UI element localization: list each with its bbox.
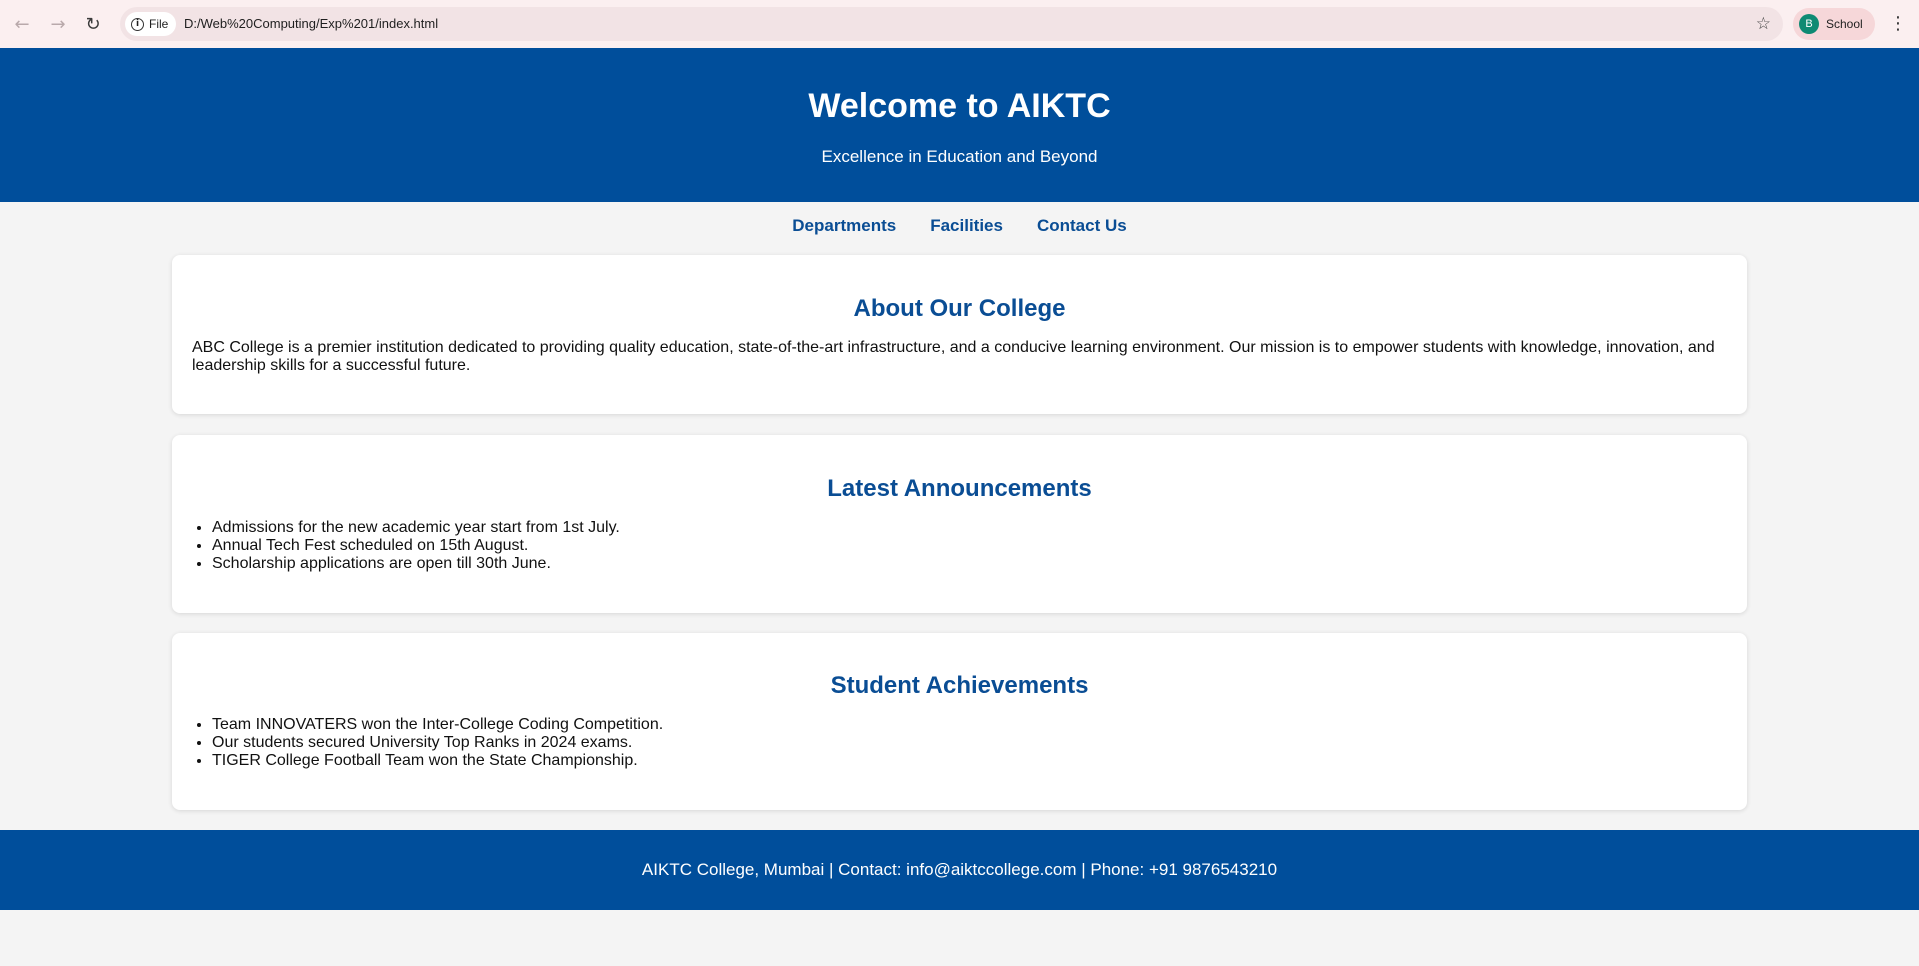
bookmark-star-icon[interactable]: ☆ — [1756, 7, 1771, 41]
reload-icon[interactable]: ↻ — [81, 12, 105, 36]
list-item: Admissions for the new academic year sta… — [212, 519, 1727, 537]
list-item: Our students secured University Top Rank… — [212, 734, 1727, 752]
nav-link-contact-us[interactable]: Contact Us — [1037, 216, 1127, 236]
back-arrow-icon[interactable]: ← — [10, 12, 34, 36]
about-text: ABC College is a premier institution ded… — [192, 339, 1715, 374]
about-section: About Our College ABC College is a premi… — [172, 255, 1747, 414]
achievements-section: Student Achievements Team INNOVATERS won… — [172, 633, 1747, 810]
main-nav: Departments Facilities Contact Us — [0, 202, 1919, 250]
profile-button[interactable]: B School — [1793, 8, 1875, 40]
list-item: TIGER College Football Team won the Stat… — [212, 752, 1727, 770]
url-text[interactable]: D:/Web%20Computing/Exp%201/index.html — [184, 7, 438, 41]
page-title: Welcome to AIKTC — [808, 87, 1111, 125]
forward-arrow-icon[interactable]: → — [46, 12, 70, 36]
more-menu-icon[interactable]: ⋮ — [1888, 12, 1908, 36]
nav-link-departments[interactable]: Departments — [792, 216, 896, 236]
info-icon: i — [131, 17, 144, 31]
achievements-list: Team INNOVATERS won the Inter-College Co… — [192, 716, 1727, 770]
list-item: Annual Tech Fest scheduled on 15th Augus… — [212, 537, 1727, 555]
avatar: B — [1799, 14, 1819, 34]
nav-link-facilities[interactable]: Facilities — [930, 216, 1003, 236]
site-footer: AIKTC College, Mumbai | Contact: info@ai… — [0, 830, 1919, 910]
list-item: Team INNOVATERS won the Inter-College Co… — [212, 716, 1727, 734]
list-item: Scholarship applications are open till 3… — [212, 555, 1727, 573]
profile-label: School — [1826, 17, 1863, 31]
site-chip-label: File — [149, 17, 169, 31]
address-bar[interactable]: i File D:/Web%20Computing/Exp%201/index.… — [120, 7, 1783, 41]
about-heading: About Our College — [853, 295, 1066, 322]
announcements-list: Admissions for the new academic year sta… — [192, 519, 1727, 573]
site-header: Welcome to AIKTC Excellence in Education… — [0, 48, 1919, 202]
announcements-section: Latest Announcements Admissions for the … — [172, 435, 1747, 613]
site-info-chip[interactable]: i File — [125, 12, 177, 36]
footer-text: AIKTC College, Mumbai | Contact: info@ai… — [641, 860, 1278, 879]
announcements-heading: Latest Announcements — [827, 475, 1092, 502]
browser-toolbar: ← → ↻ i File D:/Web%20Computing/Exp%201/… — [0, 0, 1919, 48]
achievements-heading: Student Achievements — [830, 672, 1089, 699]
tagline: Excellence in Education and Beyond — [821, 147, 1098, 166]
